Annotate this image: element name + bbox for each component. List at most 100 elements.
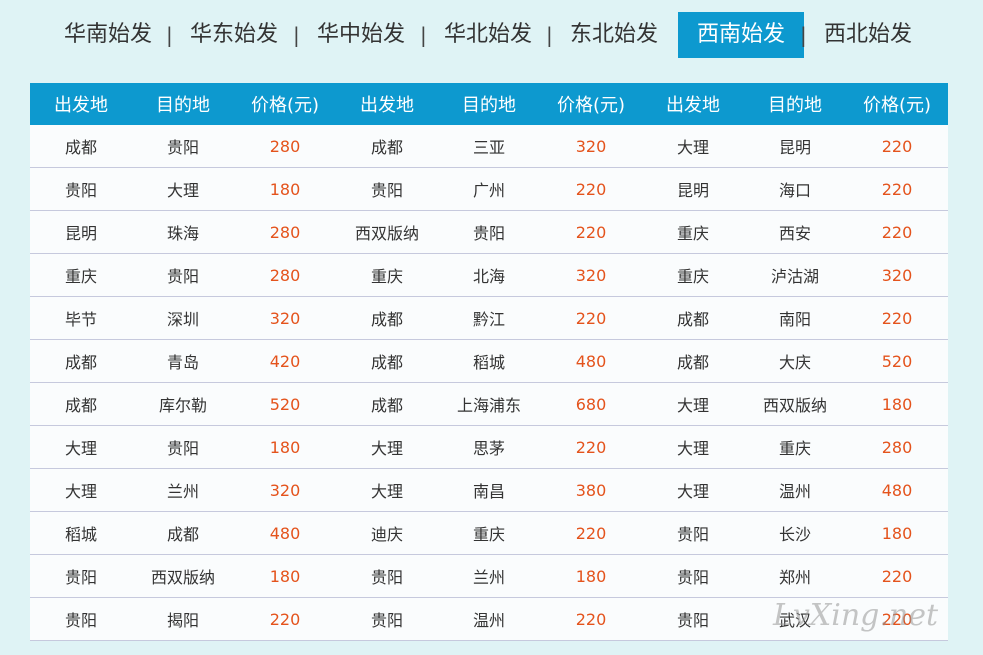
- origin-cell: 大理: [642, 468, 744, 512]
- header-origin: 出发地: [336, 83, 438, 125]
- origin-cell: 成都: [30, 382, 132, 426]
- header-price: 价格(元): [846, 83, 948, 125]
- destination-cell: 重庆: [744, 425, 846, 469]
- destination-cell: 西双版纳: [744, 382, 846, 426]
- origin-cell: 大理: [336, 468, 438, 512]
- origin-cell: 贵阳: [30, 167, 132, 211]
- destination-cell: 上海浦东: [438, 382, 540, 426]
- origin-cell: 贵阳: [642, 511, 744, 555]
- origin-cell: 贵阳: [642, 597, 744, 641]
- origin-cell: 贵阳: [642, 554, 744, 598]
- tab-separator: |: [166, 23, 173, 47]
- destination-cell: 北海: [438, 253, 540, 297]
- origin-cell: 昆明: [642, 167, 744, 211]
- destination-cell: 武汉: [744, 597, 846, 641]
- fare-table: 出发地 目的地 价格(元) 出发地 目的地 价格(元) 出发地 目的地 价格(元…: [30, 83, 948, 641]
- destination-cell: 郑州: [744, 554, 846, 598]
- origin-cell: 重庆: [642, 253, 744, 297]
- price-cell: 220: [846, 210, 948, 254]
- origin-cell: 成都: [336, 296, 438, 340]
- price-cell: 480: [540, 339, 642, 383]
- price-cell: 220: [234, 597, 336, 641]
- destination-cell: 三亚: [438, 125, 540, 168]
- origin-cell: 迪庆: [336, 511, 438, 555]
- price-cell: 520: [234, 382, 336, 426]
- origin-cell: 重庆: [336, 253, 438, 297]
- tab-huazhong[interactable]: 华中始发: [305, 12, 417, 58]
- destination-cell: 库尔勒: [132, 382, 234, 426]
- destination-cell: 长沙: [744, 511, 846, 555]
- price-cell: 180: [234, 554, 336, 598]
- price-cell: 320: [234, 296, 336, 340]
- destination-cell: 思茅: [438, 425, 540, 469]
- destination-cell: 贵阳: [132, 253, 234, 297]
- destination-cell: 大理: [132, 167, 234, 211]
- destination-cell: 昆明: [744, 125, 846, 168]
- table-row: 贵阳 揭阳 220 贵阳 温州 220 贵阳 武汉 220: [30, 597, 948, 641]
- header-destination: 目的地: [438, 83, 540, 125]
- price-cell: 320: [540, 125, 642, 168]
- price-cell: 180: [234, 167, 336, 211]
- price-cell: 220: [540, 425, 642, 469]
- origin-cell: 贵阳: [336, 554, 438, 598]
- price-cell: 480: [234, 511, 336, 555]
- origin-cell: 贵阳: [30, 597, 132, 641]
- table-row: 贵阳 大理 180 贵阳 广州 220 昆明 海口 220: [30, 167, 948, 211]
- table-row: 成都 库尔勒 520 成都 上海浦东 680 大理 西双版纳 180: [30, 382, 948, 426]
- price-cell: 220: [540, 511, 642, 555]
- fare-table-body: 成都 贵阳 280 成都 三亚 320 大理 昆明 220 贵阳 大理 180 贵阳 广州 220 昆明 海口 2…: [30, 125, 948, 641]
- destination-cell: 重庆: [438, 511, 540, 555]
- table-row: 大理 兰州 320 大理 南昌 380 大理 温州 480: [30, 468, 948, 512]
- origin-cell: 重庆: [30, 253, 132, 297]
- destination-cell: 兰州: [438, 554, 540, 598]
- destination-cell: 揭阳: [132, 597, 234, 641]
- price-cell: 180: [846, 511, 948, 555]
- price-cell: 280: [234, 125, 336, 168]
- table-header-row: 出发地 目的地 价格(元) 出发地 目的地 价格(元) 出发地 目的地 价格(元…: [30, 83, 948, 125]
- origin-cell: 稻城: [30, 511, 132, 555]
- price-cell: 220: [540, 296, 642, 340]
- origin-cell: 成都: [336, 339, 438, 383]
- price-cell: 220: [846, 597, 948, 641]
- price-cell: 180: [540, 554, 642, 598]
- table-row: 昆明 珠海 280 西双版纳 贵阳 220 重庆 西安 220: [30, 210, 948, 254]
- destination-cell: 兰州: [132, 468, 234, 512]
- tab-huanan[interactable]: 华南始发: [52, 12, 164, 58]
- price-cell: 280: [846, 425, 948, 469]
- destination-cell: 稻城: [438, 339, 540, 383]
- tab-xibei[interactable]: 西北始发: [812, 12, 924, 58]
- header-origin: 出发地: [642, 83, 744, 125]
- origin-cell: 成都: [642, 296, 744, 340]
- table-row: 毕节 深圳 320 成都 黔江 220 成都 南阳 220: [30, 296, 948, 340]
- origin-cell: 贵阳: [30, 554, 132, 598]
- destination-cell: 黔江: [438, 296, 540, 340]
- origin-cell: 大理: [336, 425, 438, 469]
- origin-cell: 大理: [642, 125, 744, 168]
- destination-cell: 青岛: [132, 339, 234, 383]
- tab-separator: |: [546, 23, 553, 47]
- tab-separator: |: [800, 23, 807, 47]
- table-row: 成都 贵阳 280 成都 三亚 320 大理 昆明 220: [30, 125, 948, 168]
- destination-cell: 珠海: [132, 210, 234, 254]
- origin-cell: 大理: [30, 468, 132, 512]
- price-cell: 320: [540, 253, 642, 297]
- fare-table-container: 出发地 目的地 价格(元) 出发地 目的地 价格(元) 出发地 目的地 价格(元…: [30, 83, 948, 641]
- origin-cell: 昆明: [30, 210, 132, 254]
- price-cell: 220: [540, 210, 642, 254]
- tab-huabei[interactable]: 华北始发: [432, 12, 544, 58]
- region-tabs: 华南始发 | 华东始发 | 华中始发 | 华北始发 | 东北始发 西南始发 | …: [0, 12, 983, 58]
- header-destination: 目的地: [132, 83, 234, 125]
- table-row: 成都 青岛 420 成都 稻城 480 成都 大庆 520: [30, 339, 948, 383]
- price-cell: 380: [540, 468, 642, 512]
- destination-cell: 深圳: [132, 296, 234, 340]
- tab-separator: |: [420, 23, 427, 47]
- price-cell: 480: [846, 468, 948, 512]
- tab-xinan[interactable]: 西南始发: [678, 12, 804, 58]
- price-cell: 320: [846, 253, 948, 297]
- tab-huadong[interactable]: 华东始发: [178, 12, 290, 58]
- table-row: 贵阳 西双版纳 180 贵阳 兰州 180 贵阳 郑州 220: [30, 554, 948, 598]
- tab-dongbei[interactable]: 东北始发: [558, 12, 670, 58]
- origin-cell: 西双版纳: [336, 210, 438, 254]
- destination-cell: 贵阳: [132, 425, 234, 469]
- origin-cell: 贵阳: [336, 167, 438, 211]
